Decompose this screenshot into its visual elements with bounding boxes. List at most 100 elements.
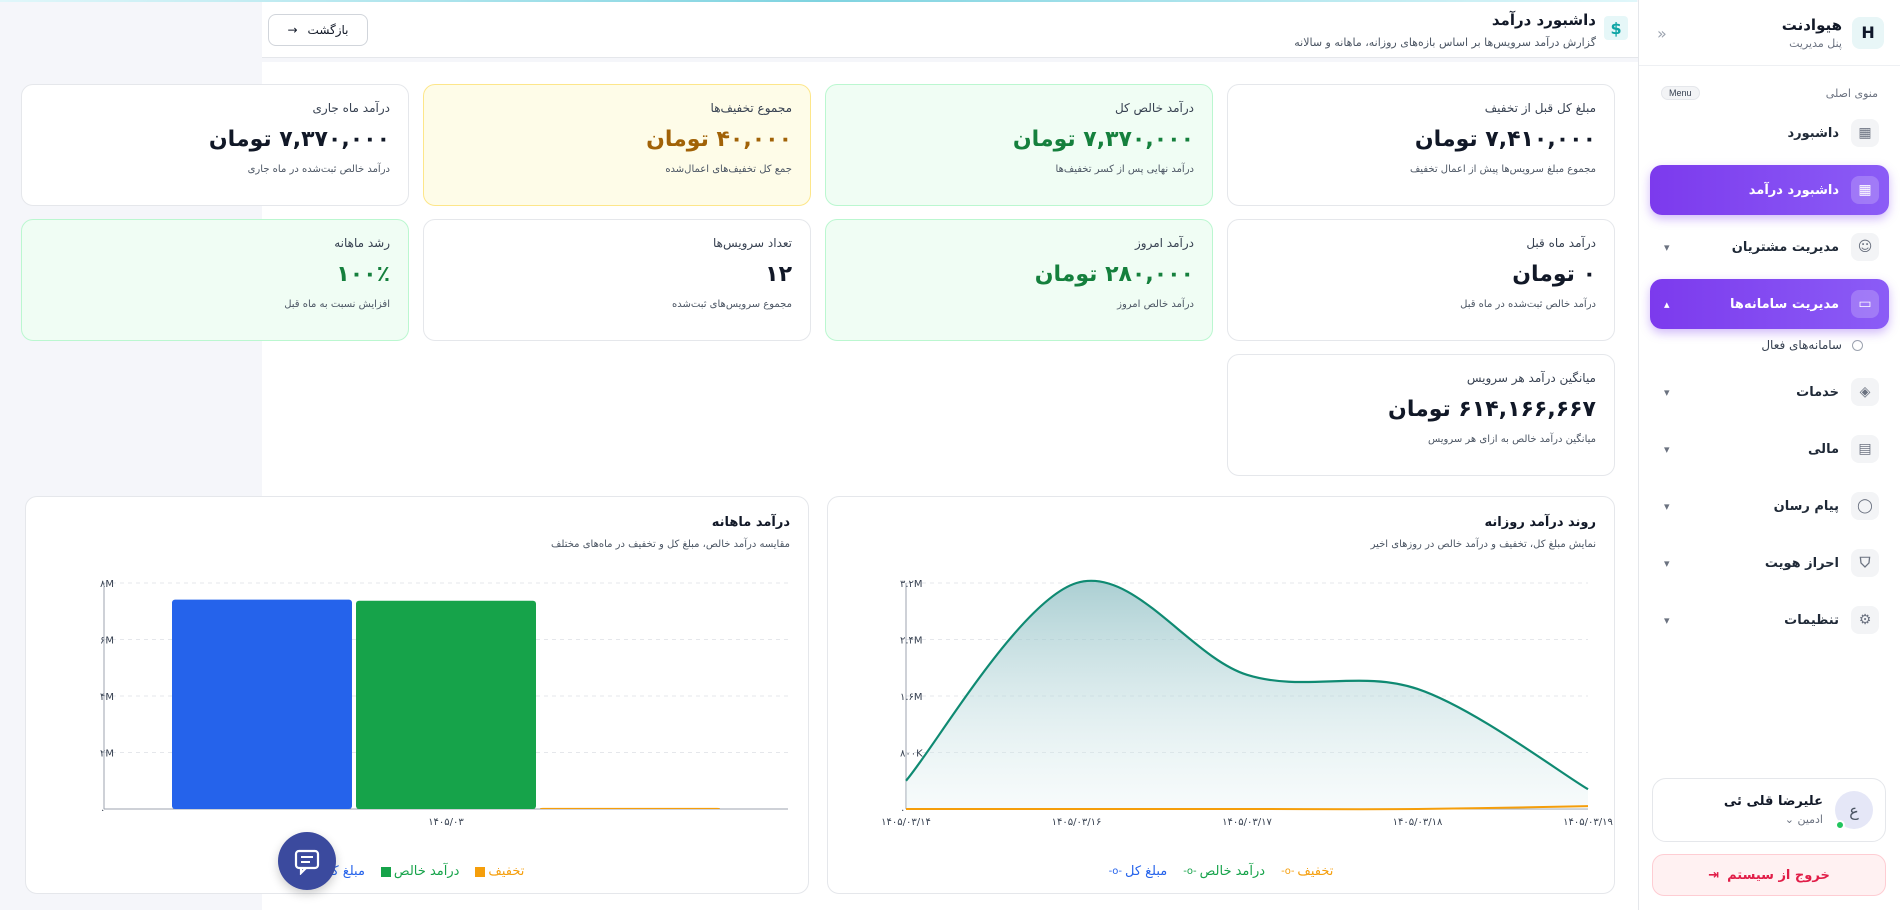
page-title: داشبورد درآمد bbox=[1491, 11, 1596, 29]
legend-item[interactable]: مبلغ کل -o- bbox=[1109, 864, 1168, 879]
stat-value: ۱۰۰٪ bbox=[336, 262, 390, 287]
brand: H هیوادنت پنل مدیریت « bbox=[1639, 0, 1900, 66]
y-tick-label: ۲M bbox=[100, 749, 114, 760]
menu-badge: Menu bbox=[1661, 86, 1700, 100]
stat-value: ۰ تومان bbox=[1512, 262, 1596, 287]
nav-sublabel: سامانه‌های فعال bbox=[1761, 338, 1842, 352]
stat-desc: مجموع مبلغ سرویس‌ها پیش از اعمال تخفیف bbox=[1409, 164, 1596, 175]
legend-marker bbox=[380, 866, 391, 877]
chevron-up-icon: ▴ bbox=[1664, 297, 1670, 311]
stat-desc: میانگین درآمد خالص به ازای هر سرویس bbox=[1427, 434, 1596, 445]
stat-desc: درآمد نهایی پس از کسر تخفیف‌ها bbox=[1055, 164, 1194, 175]
bar bbox=[356, 600, 536, 809]
chevron-down-icon: ▾ bbox=[1664, 499, 1670, 513]
legend-label: مبلغ کل bbox=[1124, 864, 1168, 879]
stat-desc: افزایش نسبت به ماه قبل bbox=[284, 299, 390, 310]
stat-card-last-month: درآمد ماه قبل ۰ تومان درآمد خالص ثبت‌شده… bbox=[1227, 219, 1615, 341]
nav-item-customers[interactable]: ☺ مدیریت مشتریان ▾ bbox=[1650, 222, 1889, 272]
legend-item[interactable]: درآمد خالص -o- bbox=[1183, 864, 1265, 879]
dollar-icon: $ bbox=[1604, 16, 1628, 40]
chevron-down-icon: ▾ bbox=[1664, 385, 1670, 399]
stat-title: تعداد سرویس‌ها bbox=[712, 236, 792, 250]
stat-value: ۶۱۴,۱۶۶,۶۶۷ تومان bbox=[1388, 397, 1596, 422]
nav-item-revenue-dashboard[interactable]: ▦ داشبورد درآمد bbox=[1650, 165, 1889, 215]
logout-button[interactable]: خروج از سیستم ⇥ bbox=[1652, 854, 1886, 896]
brand-logo: H bbox=[1852, 16, 1884, 49]
legend-item[interactable]: تخفیف bbox=[475, 864, 524, 879]
y-tick-label: ۱.۶M bbox=[900, 692, 923, 703]
stat-title: درآمد خالص کل bbox=[1114, 101, 1194, 115]
stat-card-discounts: مجموع تخفیف‌ها ۴۰,۰۰۰ تومان جمع کل تخفیف… bbox=[423, 84, 811, 206]
nav-item-finance[interactable]: ▤ مالی ▾ bbox=[1650, 424, 1889, 474]
nav-menu: ▦ داشبورد ▦ داشبورد درآمد ☺ مدیریت مشتری… bbox=[1639, 108, 1900, 645]
x-tick-label: ۱۴۰۵/۰۳/۱۴ bbox=[881, 817, 931, 828]
stat-card-net: درآمد خالص کل ۷,۳۷۰,۰۰۰ تومان درآمد نهای… bbox=[825, 84, 1213, 206]
nav-subitem-active-systems[interactable]: سامانه‌های فعال bbox=[1650, 331, 1889, 359]
stat-value: ۲۸۰,۰۰۰ تومان bbox=[1034, 262, 1194, 287]
x-tick-label: ۱۴۰۵/۰۳/۱۷ bbox=[1222, 817, 1272, 828]
chevron-down-icon: ⌄ bbox=[1784, 813, 1794, 826]
stat-desc: جمع کل تخفیف‌های اعمال‌شده bbox=[665, 164, 792, 175]
avatar-initial: ع bbox=[1849, 800, 1859, 820]
stat-value: ۴۰,۰۰۰ تومان bbox=[646, 127, 792, 152]
window-icon: ▭ bbox=[1851, 290, 1879, 318]
circle-icon bbox=[1852, 339, 1863, 351]
user-name: علیرضا قلی ئی bbox=[1723, 794, 1823, 809]
legend-item[interactable]: درآمد خالص bbox=[380, 864, 460, 879]
x-tick-label: ۱۴۰۵/۰۳ bbox=[428, 817, 464, 828]
chart-legend: تخفیف -o- درآمد خالص -o- مبلغ کل -o- bbox=[828, 864, 1614, 879]
daily-revenue-chart-card: روند درآمد روزانه نمایش مبلغ کل، تخفیف و… bbox=[827, 496, 1615, 894]
nav-label: پیام رسان bbox=[1773, 498, 1839, 514]
y-tick-label: ۰ bbox=[100, 805, 105, 816]
chat-button[interactable] bbox=[278, 832, 336, 890]
legend-marker: -o- bbox=[1281, 866, 1295, 877]
stat-value: ۷,۴۱۰,۰۰۰ تومان bbox=[1414, 127, 1596, 152]
y-tick-label: ۲.۴M bbox=[900, 636, 923, 647]
y-tick-label: ۸M bbox=[100, 579, 114, 590]
legend-item[interactable]: تخفیف -o- bbox=[1281, 864, 1333, 879]
collapse-sidebar-icon[interactable]: « bbox=[1657, 24, 1667, 43]
monthly-revenue-chart: ۰ ۲M ۴M ۶M ۸M ۱۴۰۵/۰۳ bbox=[100, 579, 788, 828]
stat-title: مجموع تخفیف‌ها bbox=[710, 101, 792, 115]
back-button[interactable]: بازگشت → bbox=[268, 14, 368, 46]
nav-item-systems[interactable]: ▭ مدیریت سامانه‌ها ▴ bbox=[1650, 279, 1889, 329]
nav-item-identity[interactable]: ⛉ احراز هویت ▾ bbox=[1650, 538, 1889, 588]
nav-item-settings[interactable]: ⚙ تنظیمات ▾ bbox=[1650, 595, 1889, 645]
nav-label: مدیریت مشتریان bbox=[1731, 239, 1839, 255]
stat-desc: درآمد خالص ثبت‌شده در ماه قبل bbox=[1460, 299, 1596, 310]
user-card[interactable]: ع علیرضا قلی ئی ادمین ⌄ bbox=[1652, 778, 1886, 842]
stat-value: ۷,۳۷۰,۰۰۰ تومان bbox=[208, 127, 390, 152]
y-tick-label: ۴M bbox=[100, 692, 114, 703]
stat-desc: مجموع سرویس‌های ثبت‌شده bbox=[672, 299, 792, 310]
stat-card-today: درآمد امروز ۲۸۰,۰۰۰ تومان درآمد خالص امر… bbox=[825, 219, 1213, 341]
chart-legend: تخفیف درآمد خالص مبلغ کل bbox=[26, 864, 808, 879]
legend-label: درآمد خالص bbox=[1199, 864, 1266, 879]
y-tick-label: ۳.۲M bbox=[900, 579, 923, 590]
chat-icon bbox=[294, 849, 320, 875]
stat-value: ۱۲ bbox=[765, 262, 792, 287]
stat-value: ۷,۳۷۰,۰۰۰ تومان bbox=[1012, 127, 1194, 152]
chevron-down-icon: ▾ bbox=[1664, 613, 1670, 627]
user-role: ادمین ⌄ bbox=[1784, 813, 1823, 826]
arrow-right-icon: → bbox=[287, 23, 298, 37]
net-revenue-area bbox=[906, 580, 1588, 809]
nav-label: احراز هویت bbox=[1764, 555, 1839, 571]
back-label: بازگشت bbox=[307, 23, 349, 37]
nav-label: تنظیمات bbox=[1784, 612, 1839, 628]
nav-item-messenger[interactable]: ◯ پیام رسان ▾ bbox=[1650, 481, 1889, 531]
y-tick-label: ۶M bbox=[100, 636, 114, 647]
stat-card-growth: رشد ماهانه ۱۰۰٪ افزایش نسبت به ماه قبل bbox=[21, 219, 409, 341]
y-tick-label: ۰ bbox=[900, 805, 905, 816]
nav-item-dashboard[interactable]: ▦ داشبورد bbox=[1650, 108, 1889, 158]
legend-label: درآمد خالص bbox=[393, 864, 460, 879]
nav-label: داشبورد درآمد bbox=[1748, 182, 1839, 198]
stat-title: درآمد امروز bbox=[1135, 236, 1194, 250]
stat-card-average: میانگین درآمد هر سرویس ۶۱۴,۱۶۶,۶۶۷ تومان… bbox=[1227, 354, 1615, 476]
layers-icon: ◈ bbox=[1851, 378, 1879, 406]
nav-item-services[interactable]: ◈ خدمات ▾ bbox=[1650, 367, 1889, 417]
chevron-down-icon: ▾ bbox=[1664, 442, 1670, 456]
sidebar: H هیوادنت پنل مدیریت « منوی اصلی Menu ▦ … bbox=[1638, 0, 1900, 910]
stat-title: درآمد ماه قبل bbox=[1526, 236, 1596, 250]
message-icon: ◯ bbox=[1851, 492, 1879, 520]
x-tick-label: ۱۴۰۵/۰۳/۱۶ bbox=[1052, 817, 1102, 828]
